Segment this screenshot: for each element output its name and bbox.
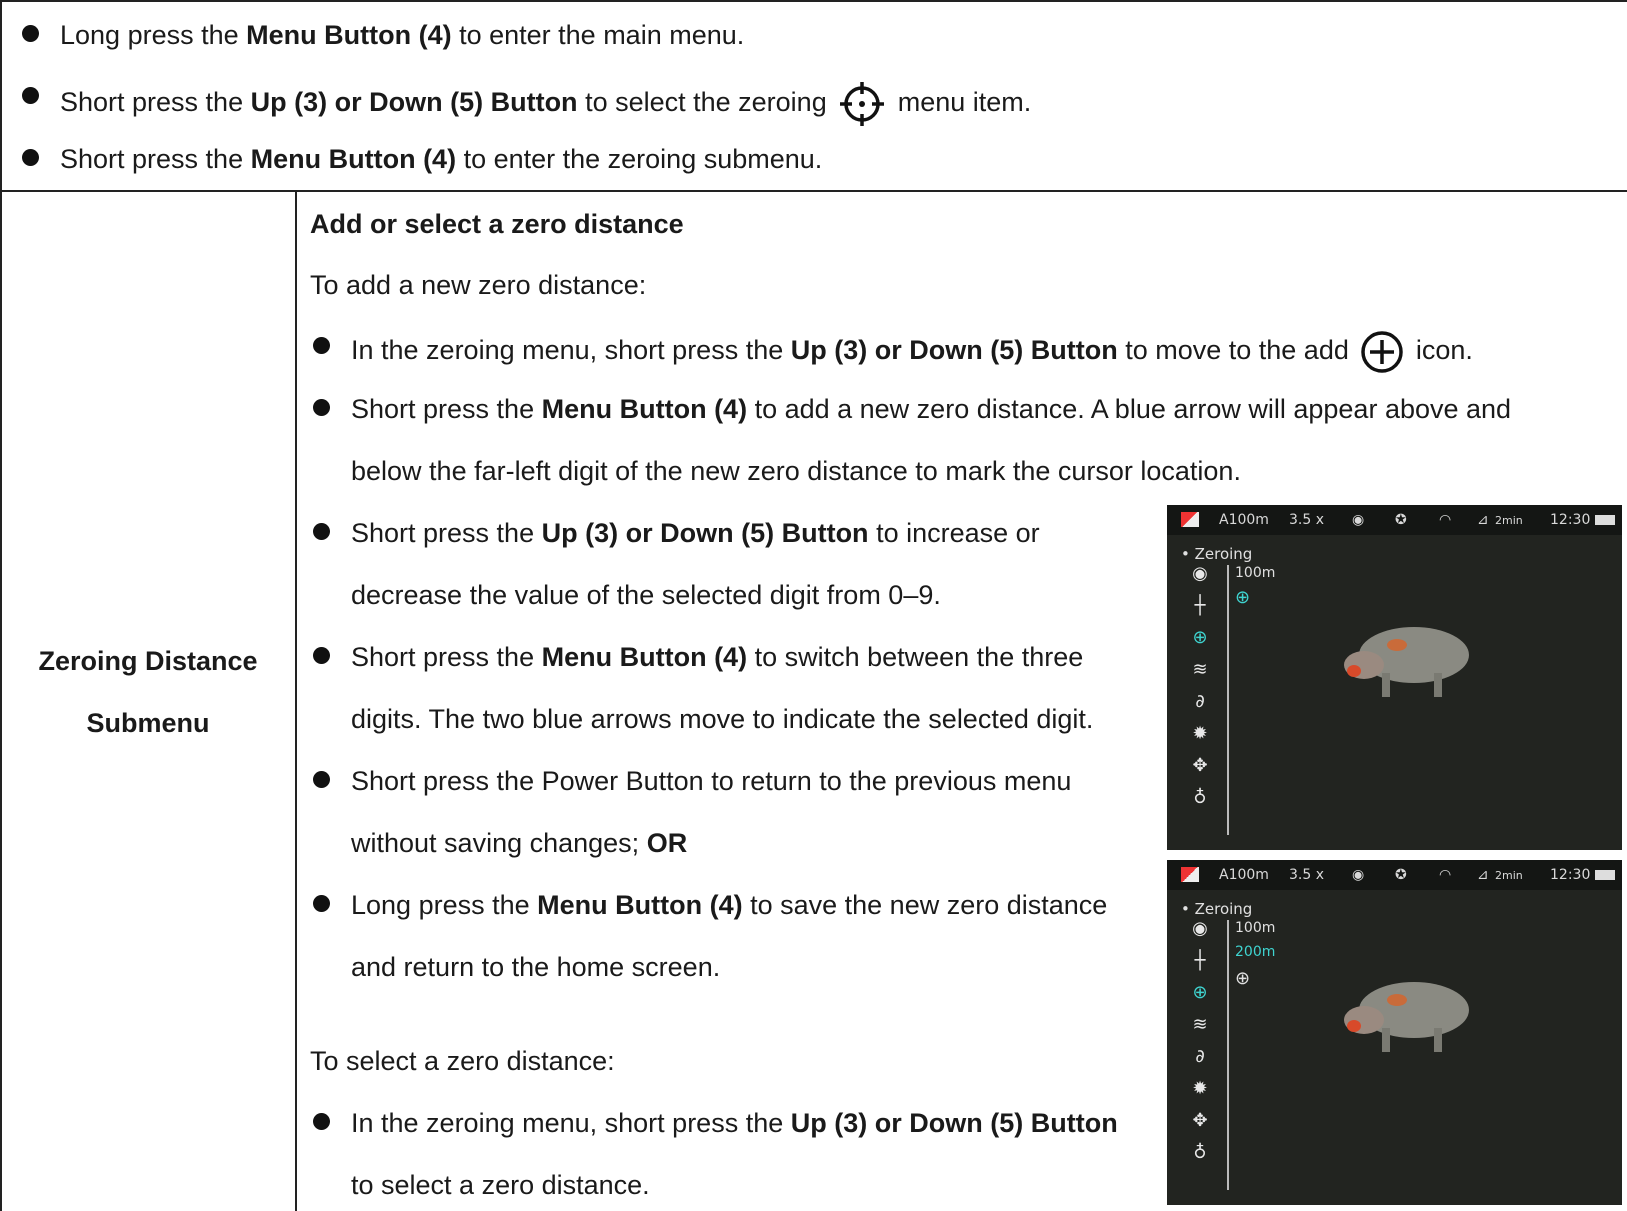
device-screenshot: A100m 3.5 x ◉ ✪ ◠ ⊿ 2min 12:30 • Zeroing… (1167, 860, 1622, 1205)
distance-item: 100m (1235, 920, 1276, 936)
manual-page: Long press the Menu Button (4) to enter … (0, 0, 1627, 1211)
bullet-icon (313, 337, 330, 354)
sleep-timer-icon: ⊿ (1477, 867, 1489, 883)
list-item: Short press the Menu Button (4) to switc… (313, 640, 1083, 674)
sensor-icon: ✪ (1395, 512, 1407, 528)
link-icon: ∂ (1195, 1046, 1205, 1067)
timer-readout: 2min (1495, 514, 1523, 527)
distance-item-selected: 200m (1235, 944, 1276, 960)
eye-icon: ◉ (1352, 867, 1365, 883)
wifi-icon: ≋ (1192, 659, 1208, 680)
clock-readout: 12:30 (1550, 512, 1591, 528)
distance-item: 100m (1235, 565, 1276, 581)
sleep-timer-icon: ⊿ (1477, 512, 1489, 528)
row-label: Zeroing Distance Submenu (0, 630, 296, 754)
eye-icon: ◉ (1352, 512, 1365, 528)
menu-scroll-line (1227, 920, 1229, 1190)
wifi-icon: ◠ (1439, 867, 1452, 883)
list-item: Short press the Up (3) or Down (5) Butto… (22, 80, 1031, 128)
status-bar: A100m 3.5 x ◉ ✪ ◠ ⊿ 2min 12:30 (1167, 505, 1622, 535)
eye-icon: ◉ (1192, 563, 1208, 584)
microphone-icon: ♁ (1193, 1142, 1207, 1163)
clock-readout: 12:30 (1550, 867, 1591, 883)
settings-icon: ✹ (1192, 1078, 1208, 1099)
list-item: Short press the Power Button to return t… (313, 764, 1071, 798)
zeroing-icon: ⊕ (1192, 627, 1208, 648)
fan-icon: ✥ (1192, 755, 1208, 776)
palette-icon (1181, 867, 1199, 882)
battery-icon (1595, 515, 1615, 525)
microphone-icon: ♁ (1193, 787, 1207, 808)
zeroing-crosshair-icon (840, 82, 885, 126)
menu-scroll-line (1227, 565, 1229, 835)
zeroing-icon: ⊕ (1192, 982, 1208, 1003)
bullet-icon (313, 523, 330, 540)
status-bar: A100m 3.5 x ◉ ✪ ◠ ⊿ 2min 12:30 (1167, 860, 1622, 890)
list-item: Short press the Menu Button (4) to add a… (313, 392, 1511, 426)
range-readout: A100m (1219, 867, 1269, 883)
range-readout: A100m (1219, 512, 1269, 528)
settings-icon: ✹ (1192, 723, 1208, 744)
list-item: In the zeroing menu, short press the Up … (313, 1106, 1118, 1140)
list-item-continuation: and return to the home screen. (351, 952, 721, 982)
table-row-divider (0, 190, 1627, 192)
battery-icon (1595, 870, 1615, 880)
sensor-icon: ✪ (1395, 867, 1407, 883)
timer-readout: 2min (1495, 869, 1523, 882)
table-border-left (0, 0, 2, 1211)
bullet-icon (313, 771, 330, 788)
wifi-icon: ≋ (1192, 1014, 1208, 1035)
add-distance-icon: ⊕ (1235, 968, 1251, 989)
reticle-icon: ┼ (1194, 595, 1206, 616)
table-border-top (0, 0, 1627, 2)
bullet-icon (313, 399, 330, 416)
bullet-icon (22, 25, 39, 42)
wifi-icon: ◠ (1439, 512, 1452, 528)
list-item: Long press the Menu Button (4) to enter … (22, 18, 744, 52)
list-item: In the zeroing menu, short press the Up … (313, 330, 1473, 374)
zoom-readout: 3.5 x (1289, 867, 1324, 883)
section-heading: Add or select a zero distance (310, 209, 684, 239)
list-item: Long press the Menu Button (4) to save t… (313, 888, 1107, 922)
eye-icon: ◉ (1192, 918, 1208, 939)
select-intro: To select a zero distance: (310, 1046, 615, 1076)
add-distance-icon: ⊕ (1235, 587, 1251, 608)
bullet-icon (22, 149, 39, 166)
list-item-continuation: below the far-left digit of the new zero… (351, 456, 1241, 486)
menu-title: • Zeroing (1181, 545, 1253, 563)
bullet-icon (313, 895, 330, 912)
device-screenshot: A100m 3.5 x ◉ ✪ ◠ ⊿ 2min 12:30 • Zeroing… (1167, 505, 1622, 850)
bullet-icon (313, 647, 330, 664)
bullet-icon (313, 1113, 330, 1130)
row-label-line: Submenu (86, 708, 210, 738)
reticle-icon: ┼ (1194, 950, 1206, 971)
wild-boar-image (1344, 982, 1469, 1052)
list-item-continuation: decrease the value of the selected digit… (351, 580, 941, 610)
bullet-icon (22, 87, 39, 104)
list-item-continuation: digits. The two blue arrows move to indi… (351, 704, 1094, 734)
list-item: Short press the Up (3) or Down (5) Butto… (313, 516, 1040, 550)
menu-title: • Zeroing (1181, 900, 1253, 918)
fan-icon: ✥ (1192, 1110, 1208, 1131)
wild-boar-image (1344, 627, 1469, 697)
link-icon: ∂ (1195, 691, 1205, 712)
zoom-readout: 3.5 x (1289, 512, 1324, 528)
list-item-continuation: to select a zero distance. (351, 1170, 650, 1200)
add-circle-icon (1361, 331, 1404, 373)
palette-icon (1181, 512, 1199, 527)
add-intro: To add a new zero distance: (310, 270, 647, 300)
list-item-continuation: without saving changes; OR (351, 828, 688, 858)
row-label-line: Zeroing Distance (38, 646, 258, 676)
list-item: Short press the Menu Button (4) to enter… (22, 142, 822, 176)
